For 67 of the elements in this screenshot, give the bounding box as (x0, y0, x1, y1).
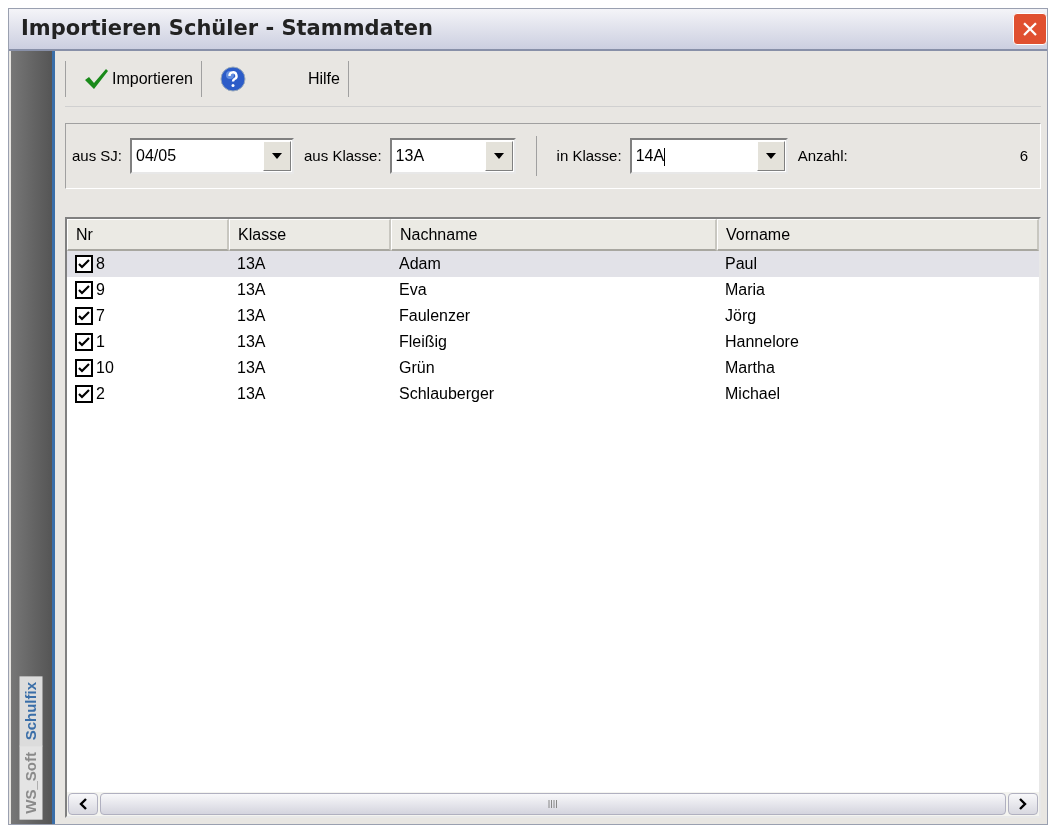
table-cell-text: Faulenzer (399, 306, 471, 326)
checkbox[interactable] (75, 333, 93, 351)
checkbox[interactable] (75, 359, 93, 377)
caret-icon (272, 153, 283, 159)
table-cell-text: Eva (399, 280, 427, 300)
table-row[interactable]: 10 13A Grün Martha (67, 355, 1039, 381)
table-cell-text: Fleißig (399, 332, 447, 352)
grip-icon (548, 799, 558, 809)
combo-box[interactable]: 04/05 (130, 138, 295, 174)
window-title: Importieren Schüler - Stammdaten (20, 15, 433, 43)
table-cell-text: 13A (237, 254, 266, 274)
dropdown-button[interactable] (756, 141, 785, 171)
table-cell-text: Paul (725, 254, 758, 274)
field-label: aus SJ: (72, 145, 123, 166)
table-cell-text: 1 (96, 332, 105, 352)
help-icon[interactable] (219, 65, 246, 92)
table-cell-text: 7 (96, 306, 105, 326)
table-cell-text: Hannelore (725, 332, 799, 352)
table-cell-text: 13A (237, 384, 266, 404)
table-cell-text: Adam (399, 254, 441, 274)
scroll-right-button[interactable] (1008, 793, 1038, 815)
brand-prefix: WS_Soft (20, 746, 43, 820)
table-cell-text: 13A (237, 358, 266, 378)
import-button[interactable]: Importieren (76, 60, 202, 97)
table-cell-text: 13A (237, 306, 266, 326)
combo-box[interactable]: 13A (389, 138, 516, 174)
table-cell-text: Michael (725, 384, 781, 404)
table-cell-text: 9 (96, 280, 105, 300)
table-cell-text: 10 (96, 358, 114, 378)
checkmark-icon (84, 67, 108, 90)
field-label: aus Klasse: (304, 145, 382, 166)
field-label: in Klasse: (556, 145, 622, 166)
count-value: 6 (1019, 145, 1028, 166)
column-header[interactable]: Nachname (391, 219, 717, 251)
table-cell-text: Maria (725, 280, 765, 300)
table-row[interactable]: 7 13A Faulenzer Jörg (67, 303, 1039, 329)
table-row[interactable]: 2 13A Schlauberger Michael (67, 381, 1039, 407)
dropdown-button[interactable] (263, 141, 292, 171)
close-button[interactable]: × (1013, 13, 1047, 45)
dropdown-button[interactable] (484, 141, 513, 171)
checkbox[interactable] (75, 255, 93, 273)
table-row[interactable]: 8 13A Adam Paul (67, 251, 1039, 277)
checkbox[interactable] (75, 307, 93, 325)
table-cell-text: 13A (237, 280, 266, 300)
column-header[interactable]: Klasse (229, 219, 391, 251)
caret-icon (765, 153, 776, 159)
checkbox[interactable] (75, 385, 93, 403)
brand-name: Schulfix (20, 675, 43, 747)
table-cell-text: Martha (725, 358, 775, 378)
chevron-right-icon (1019, 798, 1027, 810)
table-cell-text: 8 (96, 254, 105, 274)
count-label: Anzahl: (797, 145, 848, 166)
scroll-left-button[interactable] (68, 793, 98, 815)
chevron-left-icon (79, 798, 87, 810)
table-cell-text: Jörg (725, 306, 757, 326)
table-cell-text: 2 (96, 384, 105, 404)
combo-box[interactable]: 14A (629, 138, 788, 174)
table-cell-text: Schlauberger (399, 384, 495, 404)
table-cell-text: Grün (399, 358, 435, 378)
column-header[interactable]: Nr (67, 219, 229, 251)
table-row[interactable]: 1 13A Fleißig Hannelore (67, 329, 1039, 355)
table-cell-text: 13A (237, 332, 266, 352)
help-button[interactable]: Hilfe (307, 60, 349, 97)
caret-icon (493, 153, 504, 159)
column-header[interactable]: Vorname (717, 219, 1039, 251)
table-row[interactable]: 9 13A Eva Maria (67, 277, 1039, 303)
checkbox[interactable] (75, 281, 93, 299)
